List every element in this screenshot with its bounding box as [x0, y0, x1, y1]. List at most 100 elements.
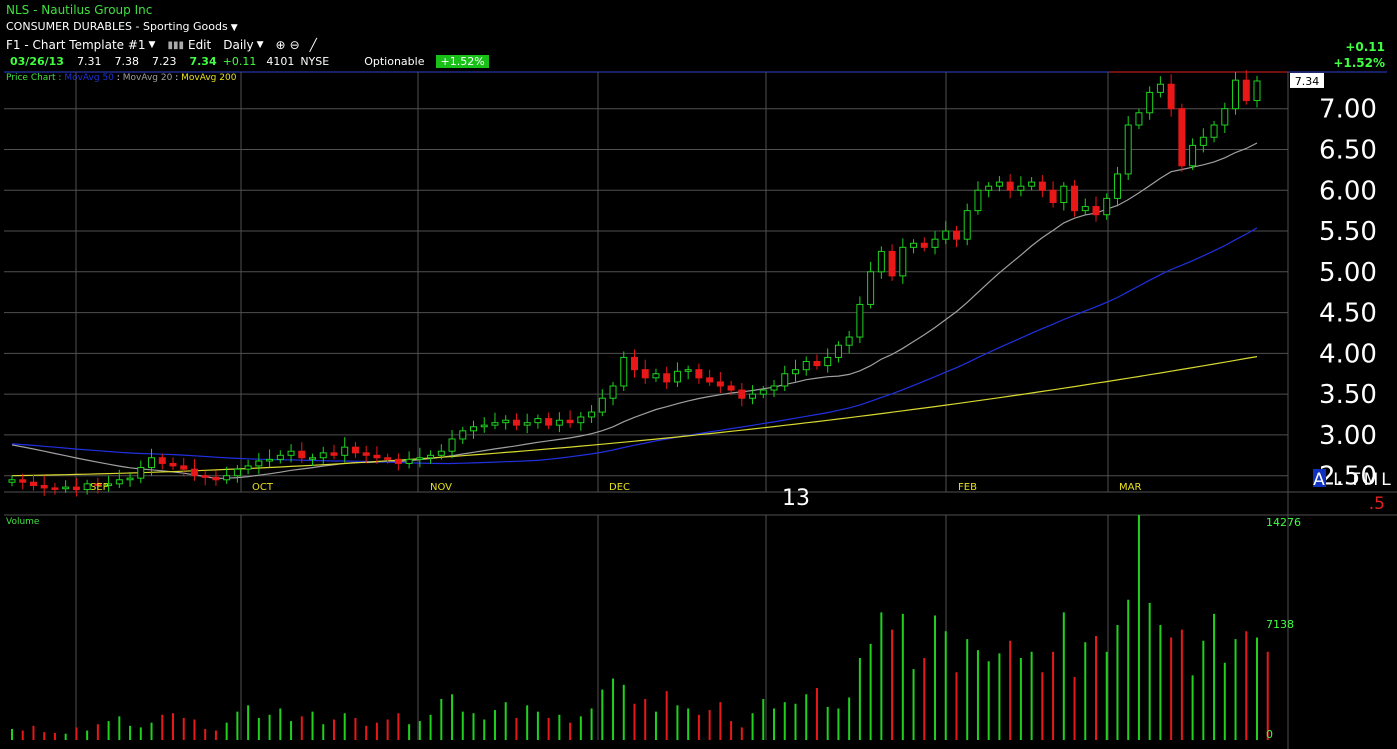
last-price-label: 7.34	[1295, 75, 1320, 88]
ma200-line	[11, 356, 1258, 477]
chart-grid	[4, 71, 1397, 749]
candle-body	[105, 483, 113, 486]
year-label: 13	[782, 486, 810, 511]
candle-body	[51, 487, 59, 490]
month-label: SEP	[90, 482, 109, 493]
candle-body	[974, 189, 982, 212]
zoom-in-button[interactable]: ⊕	[276, 38, 286, 52]
candle-body	[470, 426, 478, 432]
candle-body	[867, 271, 875, 305]
month-label: MAR	[1119, 482, 1141, 493]
candle-body	[802, 361, 810, 371]
candle-body	[824, 356, 832, 367]
candle-body	[190, 468, 198, 477]
candle-body	[1124, 124, 1132, 175]
ma20-line	[11, 142, 1258, 480]
candles	[8, 70, 1261, 497]
candle-body	[534, 418, 542, 424]
scale-button: L	[1381, 470, 1391, 490]
candle-body	[416, 457, 424, 460]
candle-body	[716, 381, 724, 387]
candle-body	[180, 465, 188, 470]
legend-ma200[interactable]: MovAvg 200	[181, 73, 236, 83]
edit-button[interactable]: ▮▮▮ Edit	[167, 38, 211, 52]
draw-tool-button[interactable]: ╱	[310, 38, 317, 52]
edit-label: Edit	[187, 38, 212, 52]
last-price-tag	[1290, 72, 1324, 88]
candle-body	[856, 303, 864, 338]
candle-body	[995, 181, 1003, 187]
candle-body	[351, 446, 359, 454]
chart-legend: Price Chart : MovAvg 50 : MovAvg 20 : Mo…	[6, 73, 236, 83]
candle-body	[1221, 108, 1229, 126]
candle-body	[62, 486, 70, 490]
legend-ma50[interactable]: MovAvg 50	[64, 73, 114, 83]
candle-body	[427, 454, 435, 459]
scale-button: L	[1333, 470, 1343, 490]
chevron-down-icon: ▼	[256, 40, 264, 50]
bars-icon: ▮▮▮	[167, 39, 184, 51]
month-label: NOV	[430, 482, 452, 493]
price-volume-chart[interactable]: 7.00 6.50 6.00 5.50 5.00 4.50 4.00 3.50 3.00 2.50…	[0, 0, 1397, 749]
price-tick-label: 7.00	[1319, 95, 1377, 125]
volume-label: Volume	[6, 517, 40, 527]
candle-body	[298, 450, 306, 459]
candle-body	[523, 422, 531, 426]
candle-body	[115, 479, 123, 485]
sector-dropdown[interactable]: CONSUMER DURABLES - Sporting Goods ▼	[6, 20, 238, 33]
candle-body	[931, 238, 939, 248]
candle-body	[577, 416, 585, 424]
candle-body	[437, 450, 445, 456]
candle-body	[963, 210, 971, 240]
candle-body	[813, 361, 821, 367]
legend-ma20[interactable]: MovAvg 20	[123, 73, 173, 83]
price-tick-label: 2.50	[1319, 462, 1377, 492]
candle-body	[673, 370, 681, 383]
volume-tick-label: 7138	[1266, 618, 1294, 631]
candle-body	[309, 457, 317, 460]
candle-body	[1210, 124, 1218, 138]
optionable-label: Optionable	[364, 55, 425, 68]
pct-badge: +1.52%	[436, 55, 489, 68]
candle-body	[1189, 144, 1197, 167]
candle-body	[738, 389, 746, 399]
chevron-down-icon: ▼	[148, 40, 156, 50]
candle-body	[663, 373, 671, 383]
candle-body	[512, 419, 520, 426]
candle-body	[1103, 197, 1111, 216]
candle-body	[341, 446, 349, 456]
candle-body	[233, 468, 241, 477]
candle-body	[405, 458, 413, 464]
candle-body	[1199, 136, 1207, 146]
candle-body	[8, 479, 16, 483]
candle-body	[1092, 206, 1100, 216]
candle-body	[1028, 181, 1036, 187]
quote-exchange: NYSE	[300, 55, 330, 68]
candle-body	[244, 465, 252, 470]
candle-body	[158, 457, 166, 464]
candle-body	[888, 250, 896, 277]
candle-body	[459, 430, 467, 440]
candle-body	[985, 185, 993, 191]
candle-body	[29, 481, 37, 486]
candle-body	[910, 242, 918, 248]
candle-body	[40, 484, 48, 489]
pencil-icon: ╱	[309, 38, 317, 52]
candle-body	[781, 373, 789, 387]
candle-body	[609, 385, 617, 399]
candle-body	[545, 418, 553, 426]
axes: 7.00 6.50 6.00 5.50 5.00 4.50 4.00 3.50 3.00 2.50…	[90, 72, 1391, 741]
candle-body	[1232, 79, 1240, 110]
candle-body	[169, 462, 177, 467]
quote-date: 03/26/13	[10, 55, 64, 68]
candle-body	[394, 458, 402, 464]
price-tick-label: 3.00	[1319, 421, 1377, 451]
candle-body	[373, 454, 381, 459]
price-tick-label: 4.00	[1319, 339, 1377, 369]
candle-body	[276, 454, 284, 460]
template-dropdown[interactable]: F1 - Chart Template #1 ▼	[6, 38, 155, 52]
period-dropdown[interactable]: Daily ▼	[223, 38, 263, 52]
candle-body	[1113, 173, 1121, 199]
candle-body	[1017, 185, 1025, 191]
zoom-out-button[interactable]: ⊖	[290, 38, 300, 52]
